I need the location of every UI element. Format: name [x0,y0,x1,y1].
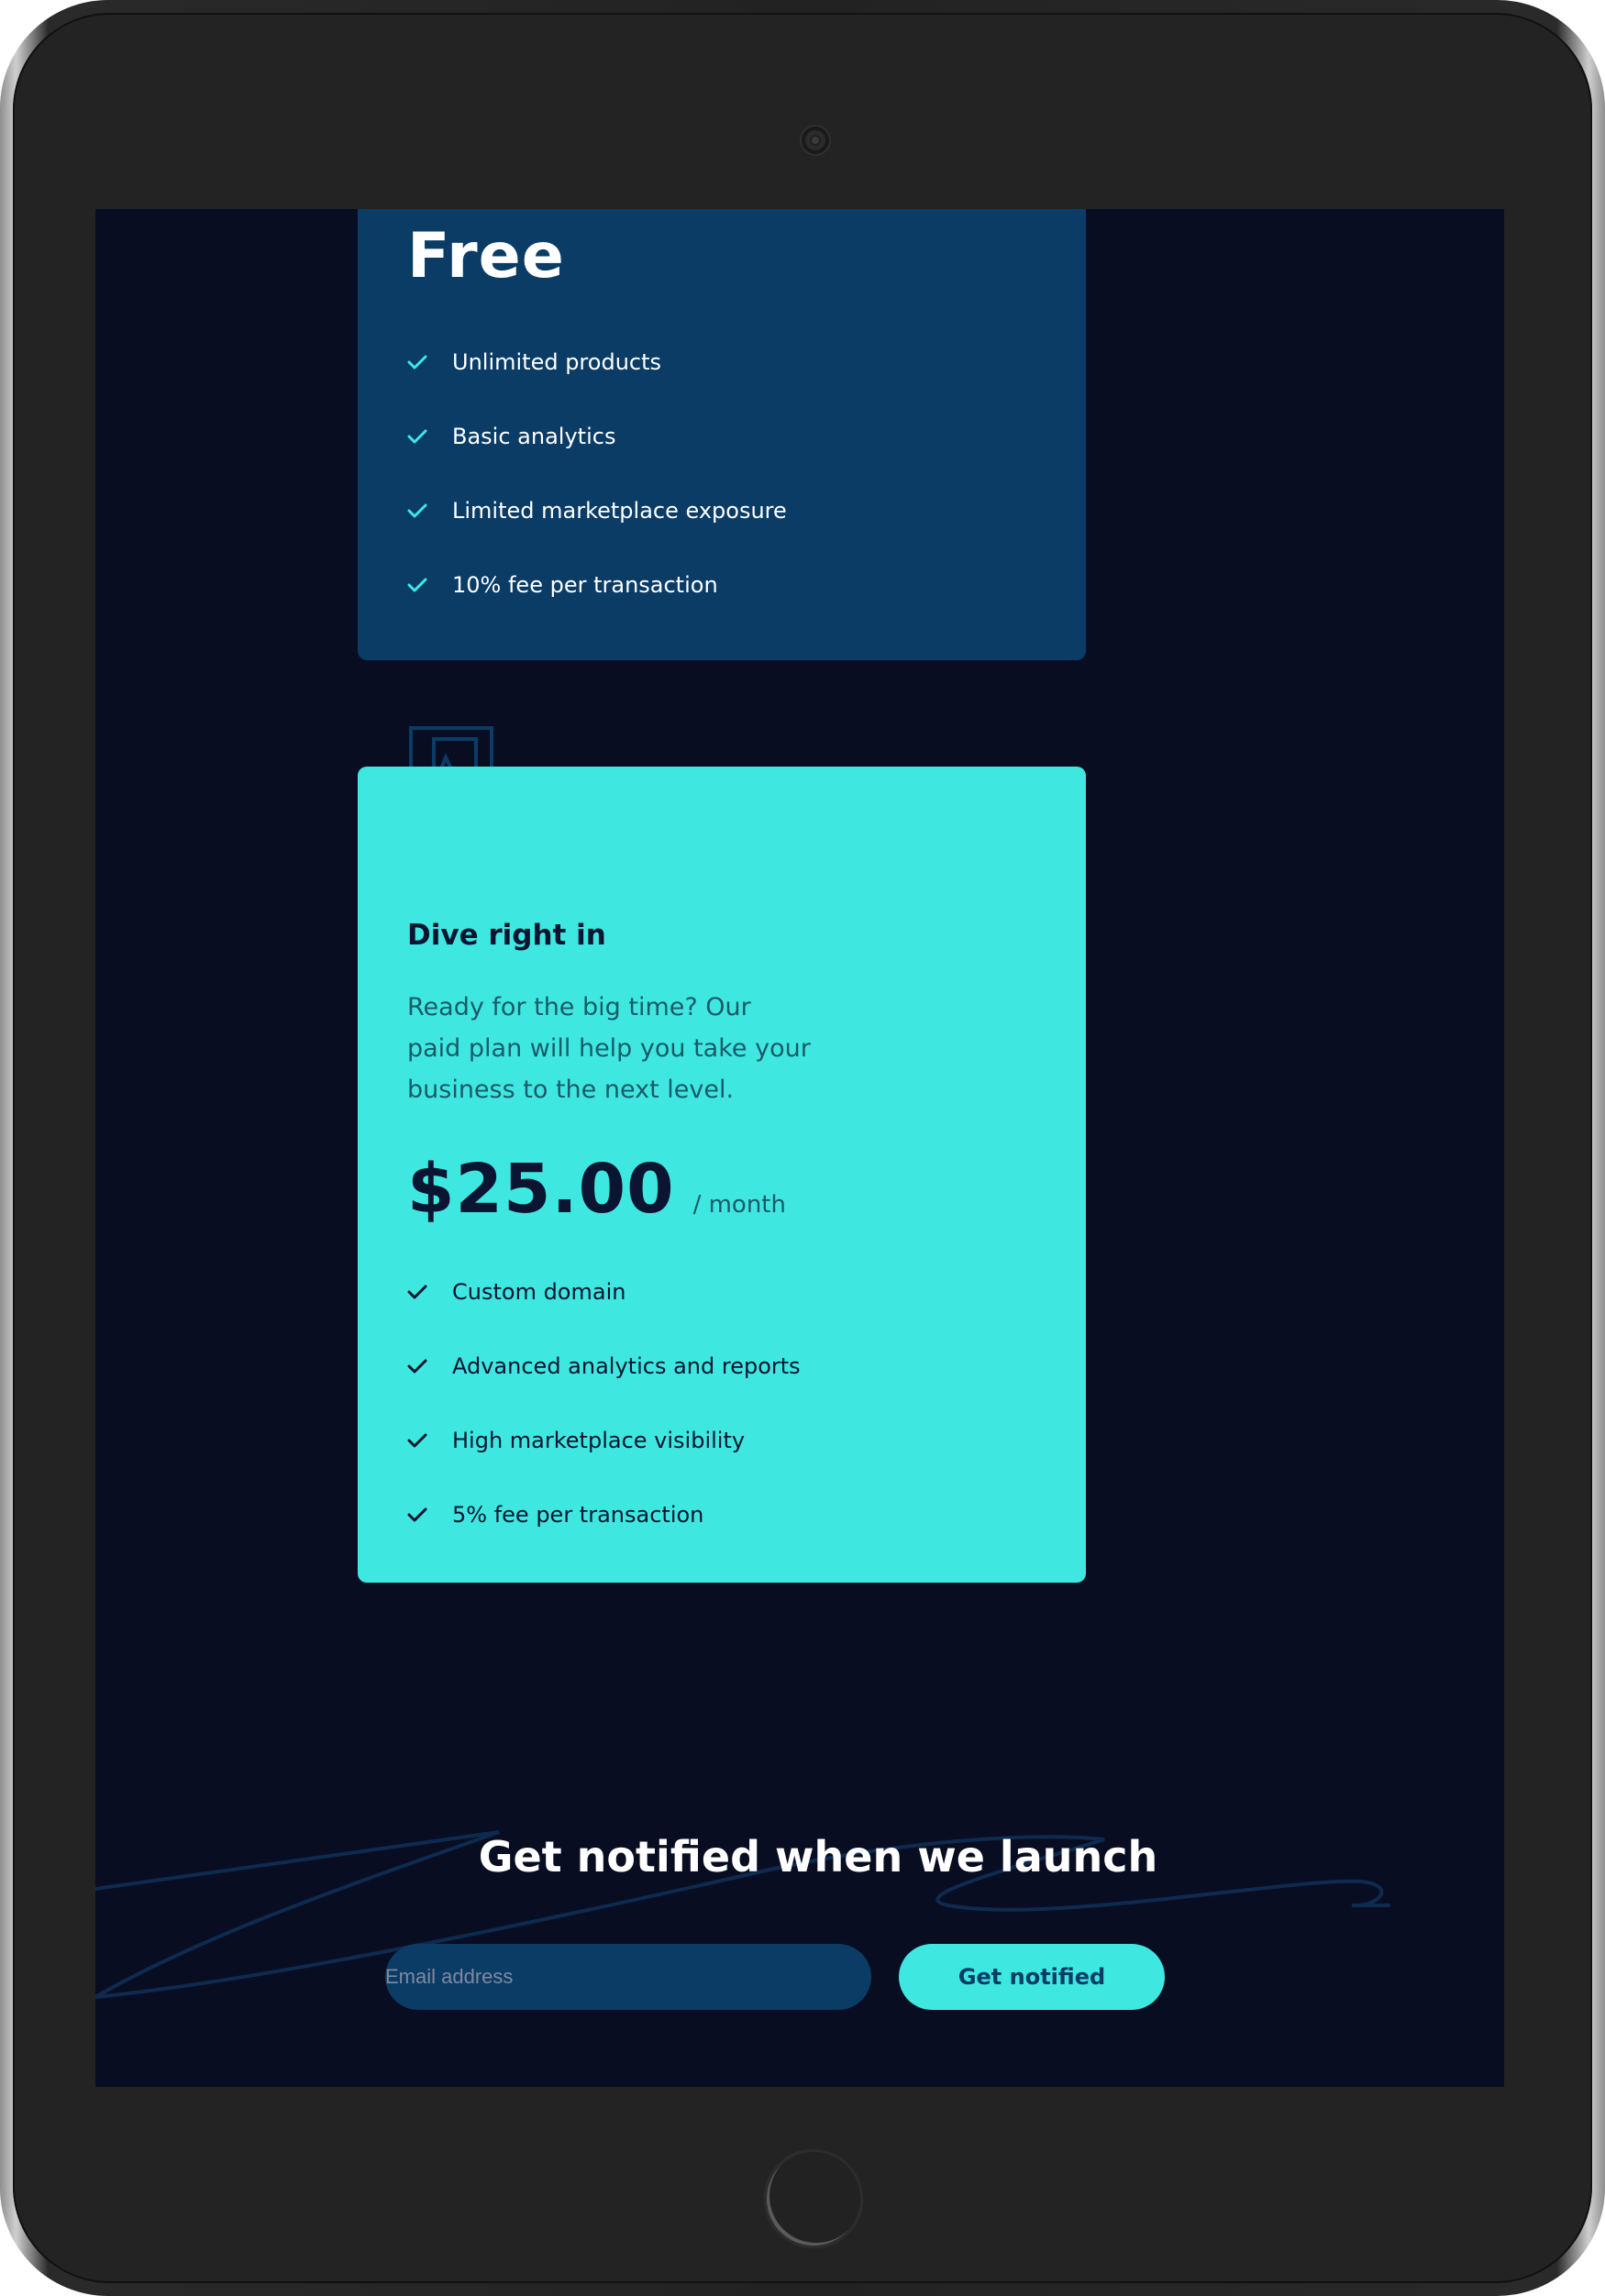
feature-item: 5% fee per transaction [407,1477,801,1551]
tablet-frame: Free Unlimited products Basic analytics … [0,0,1605,2296]
feature-item: Custom domain [407,1254,801,1329]
check-icon [407,429,427,443]
check-icon [407,578,427,591]
paid-plan-description: Ready for the big time? Our paid plan wi… [407,993,811,1104]
feature-label: Basic analytics [452,423,616,449]
check-icon [407,1433,427,1447]
feature-item: 10% fee per transaction [407,547,787,622]
feature-item: Unlimited products [407,325,787,399]
feature-item: Advanced analytics and reports [407,1329,801,1403]
camera-icon [802,127,829,154]
paid-plan-features: Custom domain Advanced analytics and rep… [407,1254,801,1551]
price-row: $25.00 / month [407,1150,786,1229]
feature-label: Limited marketplace exposure [452,497,787,524]
home-button[interactable] [764,2149,863,2248]
email-input[interactable] [385,1944,871,2010]
check-icon [407,1285,427,1298]
feature-label: Advanced analytics and reports [452,1352,801,1379]
screen: Free Unlimited products Basic analytics … [95,209,1504,2087]
feature-label: 5% fee per transaction [452,1501,704,1528]
feature-item: Limited marketplace exposure [407,473,787,547]
free-plan-features: Unlimited products Basic analytics Limit… [407,325,787,622]
feature-label: 10% fee per transaction [452,571,718,598]
paid-plan-title: Dive right in [407,919,606,952]
plan-price: $25.00 [407,1150,675,1229]
feature-label: Unlimited products [452,348,662,375]
notify-title: Get notified when we launch [478,1832,1158,1882]
paid-plan-card: Dive right in Ready for the big time? Ou… [358,767,1086,1583]
check-icon [407,503,427,517]
feature-label: High marketplace visibility [452,1427,746,1453]
check-icon [407,355,427,369]
free-plan-card: Free Unlimited products Basic analytics … [358,209,1086,660]
free-plan-title: Free [407,220,565,293]
price-period: / month [692,1191,786,1219]
get-notified-button[interactable]: Get notified [899,1944,1165,2010]
check-icon [407,1507,427,1521]
feature-item: Basic analytics [407,399,787,473]
check-icon [407,1359,427,1373]
feature-item: High marketplace visibility [407,1403,801,1477]
feature-label: Custom domain [452,1278,626,1305]
